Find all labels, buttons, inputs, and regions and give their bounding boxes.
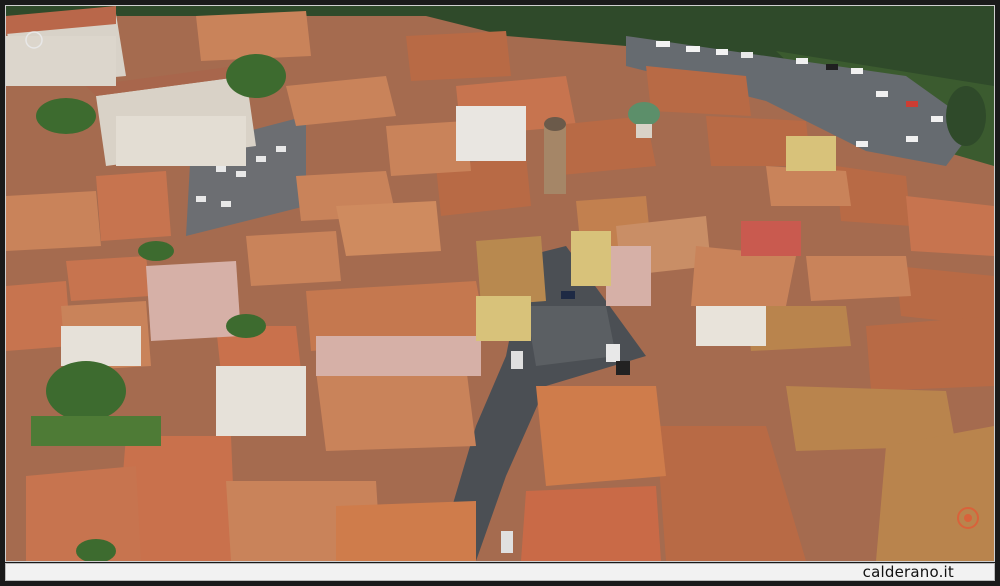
image-frame: calderano.it	[0, 0, 1000, 586]
aerial-photo	[5, 5, 995, 562]
caption-bar: calderano.it	[5, 563, 995, 581]
site-watermark: calderano.it	[862, 563, 954, 581]
town-illustration	[6, 6, 994, 561]
piazza	[526, 306, 616, 366]
